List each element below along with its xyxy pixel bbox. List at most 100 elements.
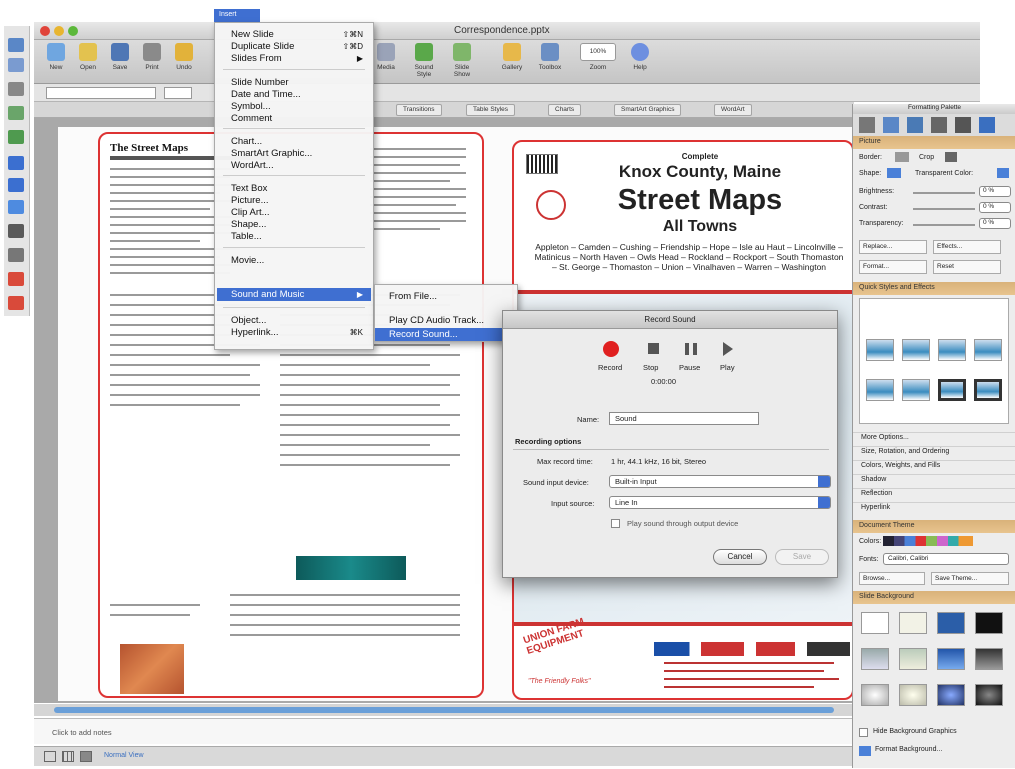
tab-smartart-graphics[interactable]: SmartArt Graphics [614,104,682,116]
menu-item-text-box[interactable]: Text Box [231,183,267,194]
font-name-field[interactable] [46,87,156,99]
menu-item-new-slide[interactable]: New Slide [231,29,274,40]
effects-button[interactable]: Effects... [933,240,1001,254]
sound-name-field[interactable]: Sound [609,412,759,425]
transparent-color-icon[interactable] [997,168,1009,178]
menu-item-duplicate-slide[interactable]: Duplicate Slide [231,41,294,52]
more-options-link[interactable]: More Options... [853,432,1015,444]
print-button[interactable]: Print [136,42,168,82]
transparency-field[interactable]: 0 % [979,218,1011,229]
tab-table-styles[interactable]: Table Styles [466,104,516,116]
section-size-rotation[interactable]: Size, Rotation, and Ordering [853,446,1015,458]
scroll-thumb[interactable] [54,707,834,713]
save-theme-button[interactable]: Save Theme... [931,572,1009,585]
save-button[interactable]: Save [775,549,829,565]
format-background-button[interactable]: Format Background... [875,746,942,753]
font-color-icon[interactable] [8,296,24,310]
input-source-select[interactable]: Line In [609,496,831,509]
scrapbook-icon[interactable] [931,117,947,133]
menu-item-slides-from[interactable]: Slides From [231,53,282,64]
text-tool-icon[interactable] [8,58,24,72]
section-picture[interactable]: Picture [853,136,1015,149]
undo-button[interactable]: Undo [168,42,200,82]
submenu-item-from-file[interactable]: From File... [389,291,437,302]
font-size-field[interactable] [164,87,192,99]
menu-item-shape[interactable]: Shape... [231,219,266,230]
fill-color-icon[interactable] [8,272,24,286]
chart-tool-icon[interactable] [8,130,24,144]
background-swatch[interactable] [899,648,927,670]
play-icon[interactable] [723,342,733,356]
replace-button[interactable]: Replace... [859,240,927,254]
menu-item-symbol[interactable]: Symbol... [231,101,271,112]
contrast-slider[interactable] [913,208,975,210]
picture-tool-icon[interactable] [8,106,24,120]
hide-background-checkbox[interactable] [859,728,868,737]
menu-item-clip-art[interactable]: Clip Art... [231,207,270,218]
section-reflection[interactable]: Reflection [853,488,1015,500]
style-thumbnail[interactable] [938,379,966,401]
background-swatch[interactable] [861,684,889,706]
background-swatch[interactable] [937,684,965,706]
reference-icon[interactable] [955,117,971,133]
brightness-slider[interactable] [913,192,975,194]
style-thumbnail[interactable] [866,339,894,361]
theme-colors-select[interactable] [883,536,973,546]
gallery-icon[interactable] [883,117,899,133]
background-swatch[interactable] [899,612,927,634]
submenu-item-play-cd-audio[interactable]: Play CD Audio Track... [389,315,484,326]
tab-charts[interactable]: Charts [548,104,582,116]
style-thumbnail[interactable] [866,379,894,401]
menu-item-picture[interactable]: Picture... [231,195,269,206]
background-swatch[interactable] [861,612,889,634]
minimize-window-button[interactable] [54,26,64,36]
section-colors-weights[interactable]: Colors, Weights, and Fills [853,460,1015,472]
section-document-theme[interactable]: Document Theme [853,520,1015,533]
menu-item-comment[interactable]: Comment [231,113,272,124]
cancel-button[interactable]: Cancel [713,549,767,565]
section-hyperlink[interactable]: Hyperlink [853,502,1015,514]
background-swatch[interactable] [861,648,889,670]
object-palette-icon[interactable] [907,117,923,133]
border-icon[interactable] [895,152,909,162]
tab-wordart[interactable]: WordArt [714,104,752,116]
menu-item-chart[interactable]: Chart... [231,136,262,147]
menu-insert[interactable]: Insert [214,9,260,22]
rectangle-tool-icon[interactable] [8,178,24,192]
format-button[interactable]: Format... [859,260,927,274]
gallery-button[interactable]: Gallery [496,42,528,82]
section-slide-background[interactable]: Slide Background [853,591,1015,604]
menu-item-date-time[interactable]: Date and Time... [231,89,301,100]
shape-tool-icon[interactable] [8,200,24,214]
section-quick-styles[interactable]: Quick Styles and Effects [853,282,1015,295]
table-tool-icon[interactable] [8,82,24,96]
menu-item-table[interactable]: Table... [231,231,262,242]
background-swatch[interactable] [899,684,927,706]
style-thumbnail[interactable] [974,339,1002,361]
zoom-window-button[interactable] [68,26,78,36]
menu-item-sound-and-music[interactable]: Sound and Music ▶ [217,288,371,301]
record-icon[interactable] [603,341,619,357]
section-shadow[interactable]: Shadow [853,474,1015,486]
shape-picker-icon[interactable] [887,168,901,178]
transparency-slider[interactable] [913,224,975,226]
slide-sorter-icon[interactable] [62,751,74,762]
menu-item-slide-number[interactable]: Slide Number [231,77,289,88]
close-window-button[interactable] [40,26,50,36]
sound-input-device-select[interactable]: Built-in Input [609,475,831,488]
tools-icon[interactable] [979,117,995,133]
style-thumbnail[interactable] [974,379,1002,401]
toolbox-button[interactable]: Toolbox [534,42,566,82]
style-thumbnail[interactable] [938,339,966,361]
background-swatch[interactable] [975,612,1003,634]
zoom-field[interactable]: 100% [580,43,616,61]
connector-tool-icon[interactable] [8,224,24,238]
submenu-item-record-sound[interactable]: Record Sound... [375,328,517,341]
background-swatch[interactable] [937,612,965,634]
normal-view-icon[interactable] [44,751,56,762]
background-swatch[interactable] [937,648,965,670]
zoom-control[interactable]: 100% Zoom [578,42,618,82]
line-tool-icon[interactable] [8,156,24,170]
menu-item-wordart[interactable]: WordArt... [231,160,274,171]
open-button[interactable]: Open [72,42,104,82]
